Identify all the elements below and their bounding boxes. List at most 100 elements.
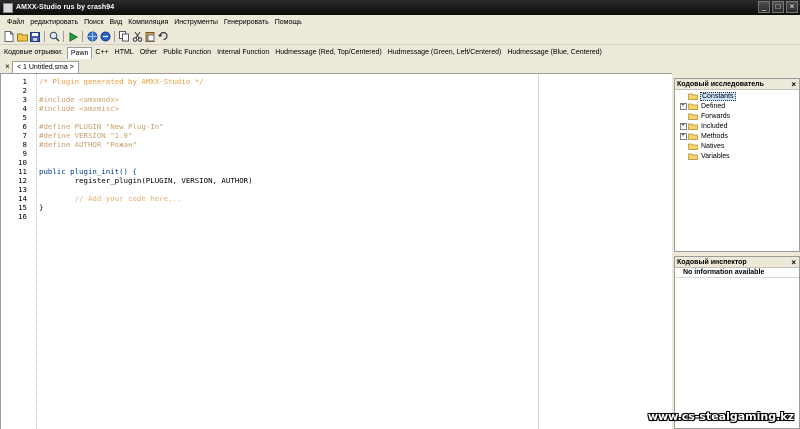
document-tab[interactable]: < 1 Untitled.sma > [12,61,79,73]
menu-view[interactable]: Вид [107,19,126,26]
code-line: #include <amxmisc> [39,104,120,113]
snippet-hudmessage-green[interactable]: Hudmessage (Green, Left/Centered) [385,47,505,59]
code-line: /* Plugin generated by AMXX-Studio */ [39,77,204,86]
folder-icon [688,123,698,130]
folder-icon [688,133,698,140]
line-number: 6 [22,122,27,131]
code-explorer-header: Кодовый исследователь × [675,79,799,90]
watermark: www.cs-stealgaming.kz [647,410,794,423]
toolbar [0,29,800,45]
snippets-label: Кодовые отрывки: [4,49,63,56]
tree-label: Variables [701,152,730,160]
folder-icon [688,103,698,110]
code-area[interactable]: /* Plugin generated by AMXX-Studio */ #i… [39,77,672,221]
web-icon[interactable] [99,31,111,43]
code-editor[interactable]: 1 2 3 4 5 6 7 8 9 10 11 12 13 14 15 16 /… [0,74,672,429]
toolbar-separator [44,31,45,42]
tree-item-constants[interactable]: Constants [675,91,799,101]
line-number: 2 [22,86,27,95]
globe-icon[interactable] [86,31,98,43]
document-tab-bar: × < 1 Untitled.sma > [0,60,672,74]
tree-item-defined[interactable]: + Defined [675,101,799,111]
tree-item-methods[interactable]: + Methods [675,131,799,141]
toolbar-separator [63,31,64,42]
folder-icon [688,93,698,100]
line-number-gutter: 1 2 3 4 5 6 7 8 9 10 11 12 13 14 15 16 [1,74,29,429]
save-icon[interactable] [29,31,41,43]
app-icon [3,2,13,13]
tree-label: Natives [701,142,725,150]
menu-generate[interactable]: Генерировать [221,19,272,26]
line-number: 13 [18,185,27,194]
tree-item-variables[interactable]: Variables [675,151,799,161]
close-explorer-icon[interactable]: × [791,79,796,90]
expand-icon[interactable]: + [679,132,687,140]
expand-icon[interactable]: + [679,102,687,110]
snippet-tab-html[interactable]: HTML [112,47,137,59]
snippet-hudmessage-blue[interactable]: Hudmessage (Blue, Centered) [504,47,605,59]
tree-item-natives[interactable]: Natives [675,141,799,151]
code-inspector-panel: Кодовый инспектор × No information avail… [674,256,800,429]
snippet-internal-function[interactable]: Internal Function [214,47,272,59]
line-number: 7 [22,131,27,140]
code-line: #define VERSION "1.0" [39,131,133,140]
menu-compile[interactable]: Компиляция [125,19,171,26]
close-document-icon[interactable]: × [3,61,12,73]
line-number: 4 [22,104,27,113]
folder-icon [688,143,698,150]
code-line: // Add your code here... [39,194,182,203]
tree-item-included[interactable]: + Included [675,121,799,131]
code-inspector-header: Кодовый инспектор × [675,257,799,268]
menu-file[interactable]: Файл [4,19,27,26]
copy-icon[interactable] [118,31,130,43]
search-icon[interactable] [48,31,60,43]
compile-run-icon[interactable] [67,31,79,43]
paste-icon[interactable] [144,31,156,43]
expand-icon[interactable]: + [679,122,687,130]
menu-search[interactable]: Поиск [81,19,106,26]
snippet-tab-pawn[interactable]: Pawn [66,46,93,59]
close-button[interactable]: × [786,1,798,13]
snippet-public-function[interactable]: Public Function [160,47,214,59]
code-line: } [39,203,44,212]
menu-tools[interactable]: Инструменты [171,19,221,26]
undo-icon[interactable] [157,31,169,43]
tree-label: Methods [701,132,728,140]
snippet-tab-other[interactable]: Other [137,47,161,59]
window-controls: _ □ × [758,1,798,13]
code-line: #include <amxmodx> [39,95,120,104]
fold-margin[interactable] [29,74,37,429]
line-number: 1 [22,77,27,86]
open-folder-icon[interactable] [16,31,28,43]
code-line: public plugin_init() { [39,167,137,176]
code-line: #define AUTHOR "Рожан" [39,140,137,149]
menu-help[interactable]: Помощь [272,19,305,26]
line-number: 8 [22,140,27,149]
maximize-button[interactable]: □ [772,1,784,13]
menu-edit[interactable]: редактировать [27,19,81,26]
line-number: 12 [18,176,27,185]
line-number: 16 [18,212,27,221]
inspector-message: No information available [675,268,799,278]
cut-icon[interactable] [131,31,143,43]
new-file-icon[interactable] [3,31,15,43]
close-inspector-icon[interactable]: × [791,257,796,268]
snippet-hudmessage-red[interactable]: Hudmessage (Red, Top/Centered) [272,47,384,59]
minimize-button[interactable]: _ [758,1,770,13]
tree-item-forwards[interactable]: Forwards [675,111,799,121]
folder-icon [688,153,698,160]
window-title: AMXX-Studio rus by crash94 [16,4,115,11]
line-number: 5 [22,113,27,122]
snippet-tab-cpp[interactable]: C++ [92,47,111,59]
code-line: register_plugin(PLUGIN, VERSION, AUTHOR) [39,176,253,185]
code-explorer-panel: Кодовый исследователь × Constants + Defi… [674,78,800,252]
